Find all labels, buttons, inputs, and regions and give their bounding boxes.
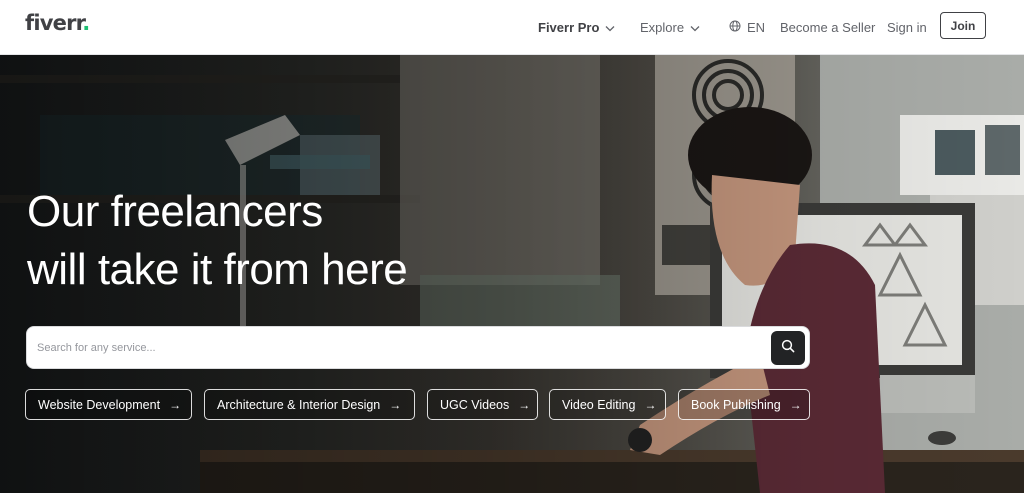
chevron-down-icon <box>605 20 615 35</box>
search-button[interactable] <box>771 331 805 365</box>
hero-banner: Our freelancers will take it from here W… <box>0 55 1024 493</box>
sign-in-link[interactable]: Sign in <box>887 0 927 55</box>
category-chip-label: Architecture & Interior Design <box>217 397 381 412</box>
language-selector[interactable]: EN <box>729 0 765 55</box>
chevron-down-icon <box>690 20 700 35</box>
category-chip-label: UGC Videos <box>440 397 510 412</box>
top-header: fiverr. Fiverr Pro Explore EN Become a S… <box>0 0 1024 55</box>
nav-fiverr-pro[interactable]: Fiverr Pro <box>538 0 615 55</box>
logo-text: fiverr <box>25 11 83 35</box>
fiverr-logo[interactable]: fiverr. <box>25 11 90 35</box>
hero-headline: Our freelancers will take it from here <box>27 183 408 299</box>
arrow-right-icon: → <box>389 397 402 412</box>
category-chip-label: Book Publishing <box>691 397 781 412</box>
nav-fiverr-pro-label: Fiverr Pro <box>538 20 600 35</box>
category-chip-video-editing[interactable]: Video Editing → <box>549 389 666 420</box>
arrow-right-icon: → <box>518 397 531 412</box>
arrow-right-icon: → <box>169 397 182 412</box>
category-chip-architecture-interior-design[interactable]: Architecture & Interior Design → <box>204 389 415 420</box>
globe-icon <box>729 20 741 35</box>
search-input[interactable] <box>37 327 767 368</box>
sign-in-label: Sign in <box>887 20 927 35</box>
become-seller-label: Become a Seller <box>780 20 876 35</box>
category-chip-ugc-videos[interactable]: UGC Videos → <box>427 389 538 420</box>
search-bar <box>26 326 810 369</box>
join-label: Join <box>950 18 976 33</box>
category-chip-label: Website Development <box>38 397 161 412</box>
nav-explore-label: Explore <box>640 20 685 35</box>
category-chip-label: Video Editing <box>562 397 636 412</box>
hero-headline-line-2: will take it from here <box>27 245 408 294</box>
arrow-right-icon: → <box>789 397 802 412</box>
language-label: EN <box>747 20 766 35</box>
category-chip-website-development[interactable]: Website Development → <box>25 389 192 420</box>
arrow-right-icon: → <box>644 397 657 412</box>
become-seller-link[interactable]: Become a Seller <box>780 0 875 55</box>
hero-headline-line-1: Our freelancers <box>27 187 323 236</box>
logo-dot: . <box>82 11 90 35</box>
join-button[interactable]: Join <box>940 12 986 39</box>
category-chip-book-publishing[interactable]: Book Publishing → <box>678 389 810 420</box>
search-icon <box>781 339 795 358</box>
nav-explore[interactable]: Explore <box>640 0 700 55</box>
